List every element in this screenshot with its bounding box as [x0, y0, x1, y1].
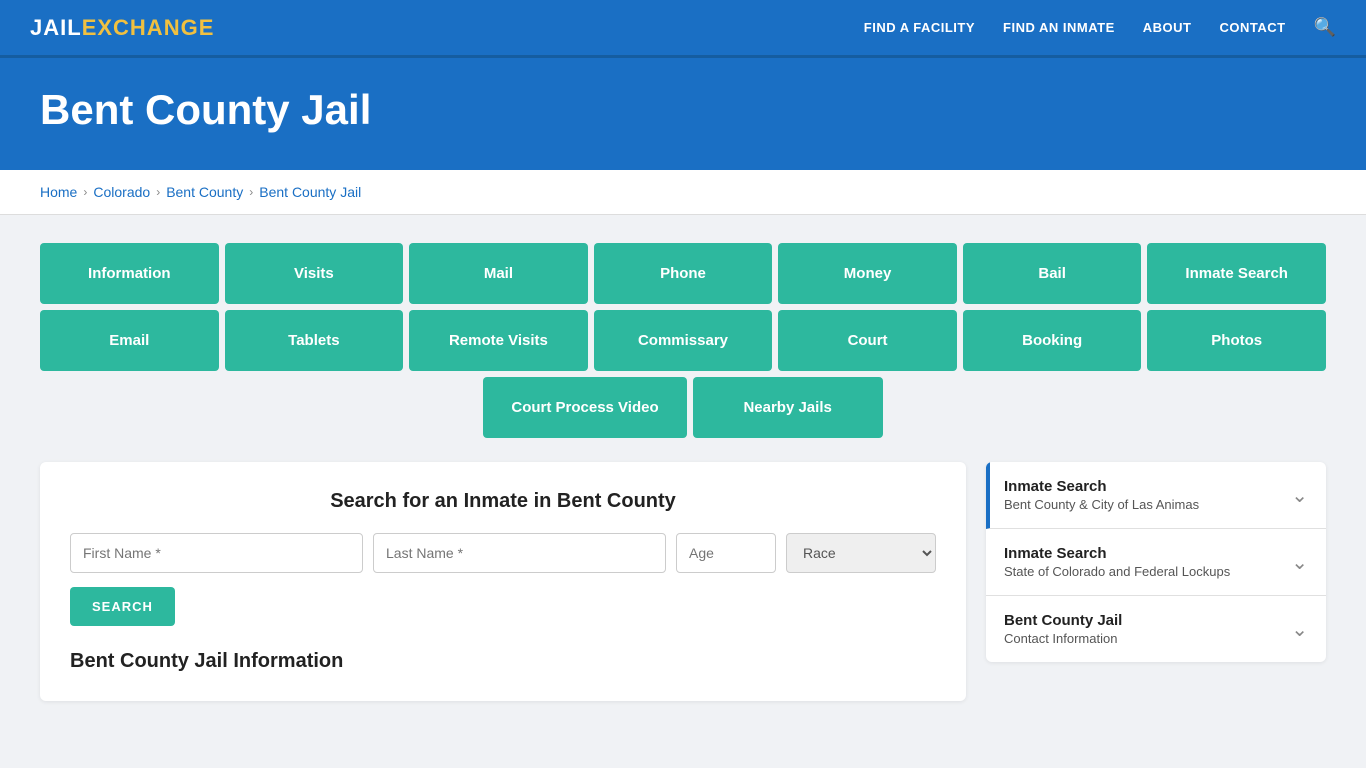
right-panel: Inmate Search Bent County & City of Las …	[986, 462, 1326, 662]
content-row: Search for an Inmate in Bent County Race…	[40, 462, 1326, 701]
breadcrumb-sep-3: ›	[249, 185, 253, 199]
breadcrumb-current: Bent County Jail	[259, 184, 361, 200]
nav-find-inmate[interactable]: FIND AN INMATE	[1003, 20, 1115, 35]
btn-information[interactable]: Information	[40, 243, 219, 304]
chevron-down-icon-1: ⌄	[1291, 483, 1308, 508]
search-icon[interactable]: 🔍	[1314, 17, 1336, 38]
chevron-down-icon-3: ⌄	[1291, 617, 1308, 642]
btn-bail[interactable]: Bail	[963, 243, 1142, 304]
breadcrumb-sep-1: ›	[83, 185, 87, 199]
age-input[interactable]	[676, 533, 776, 573]
breadcrumb-bent-county[interactable]: Bent County	[166, 184, 243, 200]
btn-nearby-jails[interactable]: Nearby Jails	[693, 377, 883, 438]
btn-court-process-video[interactable]: Court Process Video	[483, 377, 686, 438]
section-below-title: Bent County Jail Information	[70, 650, 936, 673]
nav-about[interactable]: ABOUT	[1143, 20, 1192, 35]
logo-jail: JAIL	[30, 15, 82, 41]
search-title: Search for an Inmate in Bent County	[70, 490, 936, 513]
button-grid-row1: Information Visits Mail Phone Money Bail…	[40, 243, 1326, 304]
search-fields: Race White Black Hispanic Asian Other	[70, 533, 936, 573]
btn-money[interactable]: Money	[778, 243, 957, 304]
search-button[interactable]: SEARCH	[70, 587, 175, 626]
breadcrumb-bar: Home › Colorado › Bent County › Bent Cou…	[0, 170, 1366, 215]
sidebar-item-subtitle-3: Contact Information	[1004, 631, 1122, 646]
breadcrumb-colorado[interactable]: Colorado	[93, 184, 150, 200]
sidebar-inmate-search-2[interactable]: Inmate Search State of Colorado and Fede…	[986, 529, 1326, 596]
last-name-input[interactable]	[373, 533, 666, 573]
sidebar-inmate-search-1[interactable]: Inmate Search Bent County & City of Las …	[986, 462, 1326, 529]
btn-inmate-search[interactable]: Inmate Search	[1147, 243, 1326, 304]
chevron-down-icon-2: ⌄	[1291, 550, 1308, 575]
navbar: JAILEXCHANGE FIND A FACILITY FIND AN INM…	[0, 0, 1366, 58]
sidebar-item-title-3: Bent County Jail	[1004, 612, 1122, 629]
nav-find-facility[interactable]: FIND A FACILITY	[864, 20, 975, 35]
button-grid-row2: Email Tablets Remote Visits Commissary C…	[40, 310, 1326, 371]
logo[interactable]: JAILEXCHANGE	[30, 15, 214, 41]
btn-photos[interactable]: Photos	[1147, 310, 1326, 371]
btn-tablets[interactable]: Tablets	[225, 310, 404, 371]
breadcrumb-home[interactable]: Home	[40, 184, 77, 200]
nav-links: FIND A FACILITY FIND AN INMATE ABOUT CON…	[864, 17, 1336, 38]
breadcrumb-sep-2: ›	[156, 185, 160, 199]
btn-mail[interactable]: Mail	[409, 243, 588, 304]
button-grid-row3: Court Process Video Nearby Jails	[40, 377, 1326, 438]
btn-email[interactable]: Email	[40, 310, 219, 371]
btn-phone[interactable]: Phone	[594, 243, 773, 304]
btn-commissary[interactable]: Commissary	[594, 310, 773, 371]
sidebar-item-title-1: Inmate Search	[1004, 478, 1199, 495]
breadcrumb: Home › Colorado › Bent County › Bent Cou…	[40, 184, 1326, 200]
btn-remote-visits[interactable]: Remote Visits	[409, 310, 588, 371]
hero-title: Bent County Jail	[40, 86, 1326, 134]
sidebar-item-title-2: Inmate Search	[1004, 545, 1230, 562]
hero-section: Bent County Jail	[0, 58, 1366, 170]
btn-booking[interactable]: Booking	[963, 310, 1142, 371]
sidebar-item-subtitle-1: Bent County & City of Las Animas	[1004, 497, 1199, 512]
main-content: Information Visits Mail Phone Money Bail…	[0, 215, 1366, 729]
sidebar-contact-info[interactable]: Bent County Jail Contact Information ⌄	[986, 596, 1326, 662]
race-select[interactable]: Race White Black Hispanic Asian Other	[786, 533, 936, 573]
btn-court[interactable]: Court	[778, 310, 957, 371]
sidebar-item-subtitle-2: State of Colorado and Federal Lockups	[1004, 564, 1230, 579]
logo-exchange: EXCHANGE	[82, 15, 215, 41]
first-name-input[interactable]	[70, 533, 363, 573]
btn-visits[interactable]: Visits	[225, 243, 404, 304]
left-panel: Search for an Inmate in Bent County Race…	[40, 462, 966, 701]
nav-contact[interactable]: CONTACT	[1219, 20, 1285, 35]
